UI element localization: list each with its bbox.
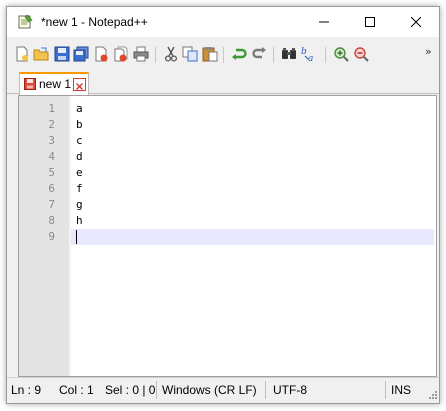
close-button[interactable] [393,7,439,37]
toolbar: ba » [7,41,439,69]
line-text: c [76,134,83,147]
title-bar[interactable]: *new 1 - Notepad++ [7,7,439,37]
find-button[interactable] [280,45,298,63]
menu-area [7,37,439,40]
notepad-window: *new 1 - Notepad++ b a » new 1 1 a 2 b 3… [6,6,440,404]
save-icon [54,46,70,62]
text-caret [76,230,77,244]
unsaved-file-icon [24,78,36,90]
tab-bar: new 1 [7,71,439,95]
editor-line[interactable]: 3c [19,133,436,149]
zoom-out-button[interactable] [352,45,370,63]
line-number: 4 [48,150,55,163]
text-editor[interactable]: 1a2b3c4d5e6f7g8h9 [18,95,437,377]
toolbar-overflow-button[interactable]: » [425,45,432,58]
cut-button[interactable] [162,45,180,63]
paste-button[interactable] [201,45,219,63]
tab-label: new 1 [39,77,72,91]
close-icon [76,83,83,90]
close-all-button[interactable] [112,45,130,63]
new-file-icon [16,46,28,62]
close-all-icon [114,46,128,62]
status-separator [265,381,266,399]
save-all-button[interactable] [72,45,90,63]
cut-icon [164,46,178,62]
line-number: 9 [48,230,55,243]
paste-icon [202,47,218,62]
open-file-icon [33,47,49,61]
print-button[interactable] [132,45,150,63]
replace-icon: ba [301,47,313,63]
minimize-icon [319,21,329,23]
editor-line[interactable]: 2b [19,117,436,133]
status-column: Col : 1 [59,383,94,397]
editor-line[interactable]: 8h [19,213,436,229]
undo-button[interactable] [230,45,248,63]
editor-line[interactable]: 9 [19,229,436,245]
status-line: Ln : 9 [11,383,42,397]
line-text: a [76,102,83,115]
line-number: 6 [48,182,55,195]
close-icon [95,46,108,62]
copy-icon [182,46,198,62]
line-number: 7 [48,198,55,211]
editor-line[interactable]: 4d [19,149,436,165]
status-eol-format[interactable]: Windows (CR LF) [162,383,257,397]
toolbar-separator [155,47,156,63]
line-text: f [76,182,83,195]
new-file-button[interactable] [13,45,31,63]
editor-line[interactable]: 5e [19,165,436,181]
line-text: e [76,166,83,179]
close-icon [411,17,421,27]
status-separator [385,381,386,399]
line-text: g [76,198,83,211]
tab-new-1[interactable]: new 1 [19,72,89,95]
line-number: 2 [48,118,55,131]
editor-line[interactable]: 6f [19,181,436,197]
status-separator [156,381,157,399]
maximize-button[interactable] [347,7,393,37]
tab-close-button[interactable] [73,78,86,91]
current-line-highlight [71,229,434,245]
redo-button[interactable] [250,45,268,63]
copy-button[interactable] [181,45,199,63]
status-encoding[interactable]: UTF-8 [273,383,307,397]
line-text: b [76,118,83,131]
replace-button[interactable]: ba [301,45,319,63]
toolbar-separator [223,47,224,63]
print-icon [133,46,149,62]
window-title: *new 1 - Notepad++ [41,15,148,29]
minimize-button[interactable] [301,7,347,37]
line-number: 8 [48,214,55,227]
line-text: d [76,150,83,163]
line-number: 1 [48,102,55,115]
status-insert-mode[interactable]: INS [391,383,411,397]
svg-text:a: a [308,54,313,63]
open-file-button[interactable] [32,45,50,63]
save-all-icon [73,46,89,62]
status-selection: Sel : 0 | 0 [105,383,156,397]
notepad-icon [18,14,33,29]
zoom-in-button[interactable] [332,45,350,63]
editor-line[interactable]: 1a [19,101,436,117]
toolbar-separator [273,47,274,63]
status-bar: Ln : 9 Col : 1 Sel : 0 | 0 Windows (CR L… [7,377,439,402]
resize-grip-icon[interactable] [428,390,438,400]
svg-text:b: b [301,47,307,57]
editor-line[interactable]: 7g [19,197,436,213]
undo-icon [232,48,247,60]
line-text: h [76,214,83,227]
find-icon [282,48,296,59]
line-number: 3 [48,134,55,147]
toolbar-separator [325,47,326,63]
close-file-button[interactable] [92,45,110,63]
maximize-icon [365,17,375,27]
save-button[interactable] [53,45,71,63]
redo-icon [252,47,266,59]
line-number: 5 [48,166,55,179]
zoom-in-icon [334,47,349,62]
zoom-out-icon [354,47,369,62]
